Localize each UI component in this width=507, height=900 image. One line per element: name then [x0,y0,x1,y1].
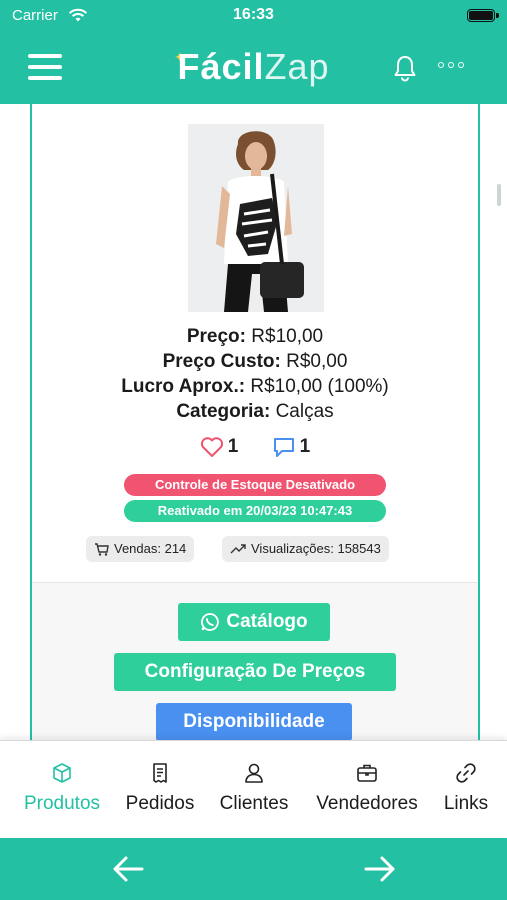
tab-label-pedidos: Pedidos [125,793,195,814]
comment-icon [273,438,294,457]
price-line: Preço: R$10,00 [32,324,478,349]
logo-light-text: Zap [264,46,330,87]
tab-vendedores[interactable]: Vendedores [308,761,426,815]
likes-count: 1 [227,436,239,457]
reactivated-badge: Reativado em 20/03/23 10:47:43 [124,500,386,522]
more-options-icon[interactable] [438,62,464,68]
price-config-button[interactable]: Configuração De Preços [114,653,396,691]
document-icon [153,763,167,783]
category-value: Calças [275,401,334,422]
trend-icon [230,544,246,554]
tab-clientes[interactable]: Clientes [214,761,294,815]
app-header: ✦ FácilZap [0,32,507,104]
catalog-label: Catálogo [226,611,308,632]
product-detail-content[interactable]: Preço: R$10,00 Preço Custo: R$0,00 Lucro… [0,104,507,740]
availability-button[interactable]: Disponibilidade [156,703,352,740]
profit-label: Lucro Aprox.: [121,376,246,397]
user-icon [245,763,263,783]
logo-bold-text: Fácil [177,46,265,87]
cart-icon [95,542,109,556]
sales-stat: Vendas: 214 [86,536,195,562]
comments-group[interactable]: 1 [272,436,311,458]
views-stat: Visualizações: 158543 [222,536,389,562]
views-count: Visualizações: 158543 [251,541,381,556]
stock-control-badge: Controle de Estoque Desativado [124,474,386,496]
tab-label-links: Links [443,793,489,814]
tab-label-clientes: Clientes [219,793,289,814]
scrollbar[interactable] [497,184,501,206]
arrow-left-icon[interactable] [108,852,148,886]
notification-bell-icon[interactable] [392,54,418,86]
product-card: Preço: R$10,00 Preço Custo: R$0,00 Lucro… [30,104,480,740]
battery-tip [496,13,499,18]
cost-line: Preço Custo: R$0,00 [32,349,478,374]
arrow-right-icon[interactable] [360,852,400,886]
app-logo: FácilZap [0,46,507,88]
cost-label: Preço Custo: [162,351,281,372]
price-value: R$10,00 [251,326,324,347]
category-label: Categoria: [176,401,271,422]
whatsapp-icon [201,613,220,631]
heart-icon [200,437,223,457]
cost-value: R$0,00 [286,351,348,372]
link-icon [456,763,476,783]
tab-label-vendedores: Vendedores [316,793,418,814]
tab-label-produtos: Produtos [23,793,101,814]
bottom-navigation [0,838,507,900]
tab-produtos[interactable]: Produtos [20,761,104,815]
sales-count: Vendas: 214 [114,541,187,556]
status-bar: Carrier 16:33 [0,0,507,32]
catalog-button[interactable]: Catálogo [178,603,330,641]
category-line: Categoria: Calças [32,399,478,424]
price-label: Preço: [186,326,246,347]
comments-count: 1 [299,436,311,457]
bottom-tab-bar: Produtos Pedidos Clientes Vendedores Lin… [0,740,507,836]
actions-area: Catálogo Configuração De Preços Disponib… [32,582,478,740]
product-image [188,124,324,312]
box-icon [53,763,71,783]
profit-line: Lucro Aprox.: R$10,00 (100%) [32,374,478,399]
likes-group[interactable]: 1 [200,436,239,458]
tab-links[interactable]: Links [438,761,494,815]
engagement-row: 1 1 [32,436,478,464]
profit-value: R$10,00 (100%) [250,376,389,397]
briefcase-icon [357,764,377,782]
battery-icon [467,9,495,22]
clock: 16:33 [233,6,274,23]
tab-pedidos[interactable]: Pedidos [120,761,200,815]
